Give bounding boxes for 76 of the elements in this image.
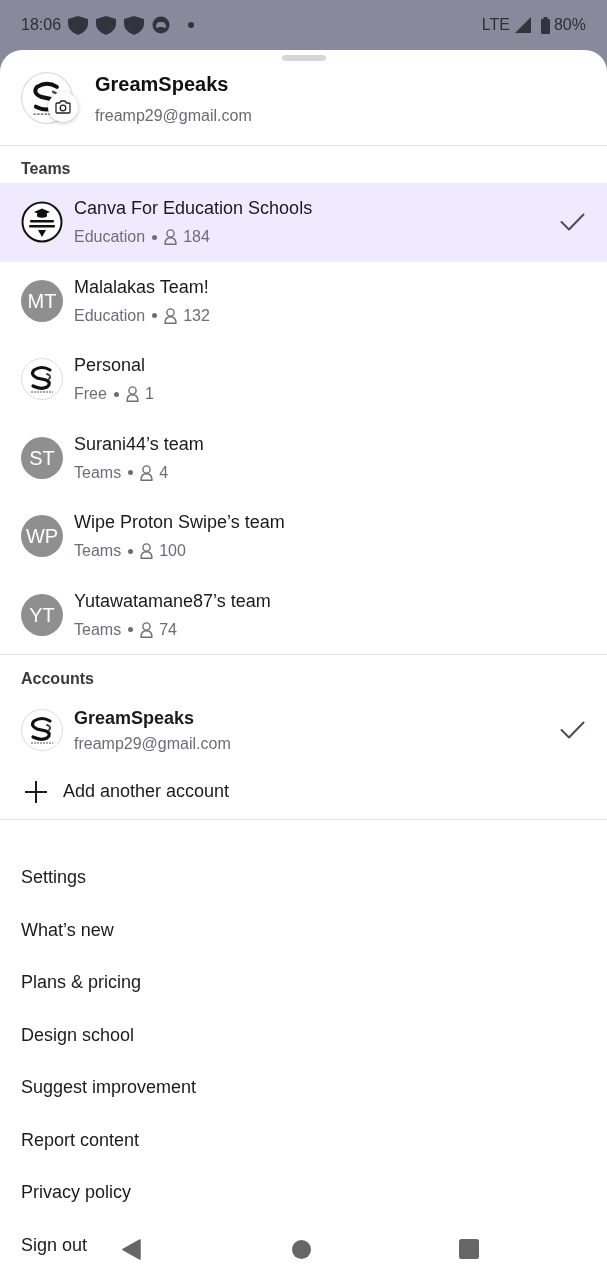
separator-dot-icon bbox=[128, 470, 134, 476]
add-account-button[interactable]: Add another account bbox=[21, 778, 230, 805]
swirl-logo-icon bbox=[21, 709, 63, 751]
menu-item[interactable]: Design school bbox=[21, 1022, 135, 1047]
swirl-logo-icon bbox=[21, 358, 63, 401]
person-icon bbox=[140, 464, 154, 481]
member-count: 132 bbox=[183, 305, 210, 326]
graduation-cap-logo-icon bbox=[21, 201, 63, 244]
member-count: 74 bbox=[159, 619, 177, 640]
account-email: freamp29@gmail.com bbox=[74, 733, 232, 754]
menu-item[interactable]: Plans & pricing bbox=[21, 970, 142, 995]
menu-item[interactable]: Privacy policy bbox=[21, 1180, 132, 1205]
initials-avatar: ST bbox=[21, 436, 63, 479]
account-row[interactable]: GreamSpeaks freamp29@gmail.com bbox=[0, 696, 607, 764]
member-count: 184 bbox=[183, 227, 210, 248]
recents-square-icon bbox=[459, 1239, 479, 1259]
account-email: freamp29@gmail.com bbox=[95, 106, 252, 126]
battery-icon bbox=[540, 16, 550, 34]
status-time: 18:06 bbox=[21, 15, 62, 35]
person-icon bbox=[164, 229, 178, 246]
plus-icon bbox=[25, 780, 47, 803]
team-plan: Education bbox=[74, 227, 146, 248]
gamepad-icon bbox=[152, 16, 171, 34]
menu-item[interactable]: Report content bbox=[21, 1127, 140, 1152]
initials-avatar: YT bbox=[21, 593, 63, 636]
initials-avatar: WP bbox=[21, 515, 63, 558]
account-name: GreamSpeaks bbox=[74, 706, 196, 730]
member-count: 100 bbox=[159, 541, 186, 562]
separator-dot-icon bbox=[128, 627, 134, 633]
camera-icon bbox=[55, 100, 71, 114]
separator-dot-icon bbox=[152, 234, 158, 240]
menu-item[interactable]: Sign out bbox=[21, 1232, 88, 1257]
separator-dot-icon bbox=[113, 391, 119, 397]
account-name: GreamSpeaks bbox=[95, 72, 230, 97]
person-icon bbox=[164, 307, 178, 324]
team-plan: Free bbox=[74, 384, 107, 405]
network-type: LTE bbox=[481, 15, 510, 35]
person-icon bbox=[140, 543, 154, 560]
member-count: 4 bbox=[159, 462, 169, 483]
back-triangle-icon bbox=[121, 1238, 141, 1260]
initials-avatar: MT bbox=[21, 279, 63, 322]
team-name: Malalakas Team! bbox=[74, 275, 210, 299]
team-name: Surani44’s team bbox=[74, 432, 205, 456]
section-heading: Accounts bbox=[21, 669, 95, 689]
home-circle-icon bbox=[291, 1239, 311, 1259]
signal-icon bbox=[514, 17, 531, 33]
recents-button[interactable] bbox=[458, 1238, 480, 1260]
team-name: Canva For Education Schools bbox=[74, 197, 314, 221]
drag-handle[interactable] bbox=[281, 55, 326, 61]
team-name: Wipe Proton Swipe’s team bbox=[74, 511, 286, 535]
team-plan: Teams bbox=[74, 541, 122, 562]
menu-item[interactable]: Suggest improvement bbox=[21, 1075, 197, 1100]
shield-icon bbox=[68, 15, 89, 35]
separator-dot-icon bbox=[152, 313, 158, 319]
team-plan: Teams bbox=[74, 462, 122, 483]
checkmark-icon bbox=[560, 721, 585, 739]
home-button[interactable] bbox=[290, 1238, 312, 1260]
person-icon bbox=[125, 386, 139, 403]
person-icon bbox=[140, 621, 154, 638]
menu-item[interactable]: What’s new bbox=[21, 917, 114, 942]
notification-dot-icon bbox=[188, 22, 195, 28]
shield-icon bbox=[124, 15, 145, 35]
battery-percent: 80% bbox=[553, 15, 586, 35]
team-plan: Teams bbox=[74, 619, 122, 640]
section-heading: Teams bbox=[21, 159, 72, 179]
checkmark-icon bbox=[560, 213, 585, 232]
team-row[interactable]: Canva For Education Schools Education 184 bbox=[0, 183, 607, 262]
back-button[interactable] bbox=[120, 1238, 142, 1260]
menu-item[interactable]: Settings bbox=[21, 865, 87, 890]
team-plan: Education bbox=[74, 305, 146, 326]
separator-dot-icon bbox=[128, 548, 134, 554]
team-name: Personal bbox=[74, 354, 147, 378]
team-name: Yutawatamane87’s team bbox=[74, 589, 272, 613]
change-photo-button[interactable] bbox=[48, 92, 78, 122]
member-count: 1 bbox=[144, 384, 154, 405]
shield-icon bbox=[96, 15, 117, 35]
